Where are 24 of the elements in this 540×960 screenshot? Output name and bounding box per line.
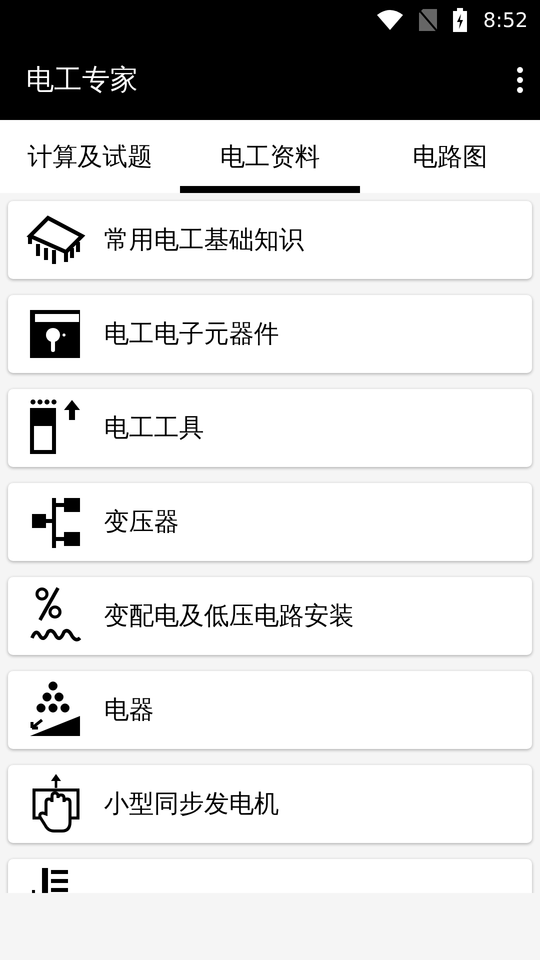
- item-label: 常用电工基础知识: [104, 224, 304, 256]
- list-card[interactable]: 电工工具: [8, 389, 532, 467]
- tab[interactable]: 计算及试题: [0, 120, 180, 193]
- app-title: 电工专家: [26, 62, 138, 98]
- item-label: 变压器: [104, 506, 179, 538]
- no-sim-icon: [419, 9, 438, 31]
- item-label: 电工工具: [104, 412, 204, 444]
- list-bars-icon: [32, 868, 68, 893]
- tab[interactable]: 电路图: [360, 120, 540, 193]
- item-label: 电工电子元器件: [104, 318, 279, 350]
- list-card[interactable]: 常用电工基础知识: [8, 201, 532, 279]
- list-card[interactable]: 小型同步发电机: [8, 765, 532, 843]
- list-card[interactable]: 变配电及低压电路安装: [8, 577, 532, 655]
- clock-time: 8:52: [483, 7, 528, 34]
- more-options-icon[interactable]: [516, 67, 524, 93]
- wifi-icon: [377, 10, 404, 30]
- item-label: 变配电及低压电路安装: [104, 600, 354, 632]
- tab[interactable]: 电工资料: [180, 120, 360, 193]
- item-label: 电器: [104, 694, 154, 726]
- battery-icon: [453, 8, 468, 32]
- item-label: 小型同步发电机: [104, 788, 279, 820]
- list-card[interactable]: 变压器: [8, 483, 532, 561]
- list-card[interactable]: 电工电子元器件: [8, 295, 532, 373]
- list-card[interactable]: 电器: [8, 671, 532, 749]
